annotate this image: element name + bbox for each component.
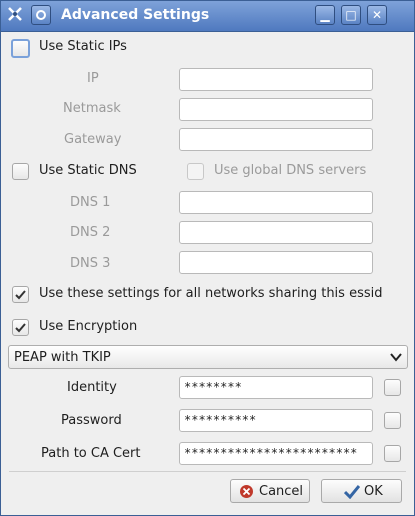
- close-icon: ✕: [371, 8, 383, 22]
- ca-cert-show-checkbox[interactable]: [384, 445, 401, 462]
- maximize-icon: □: [345, 8, 357, 22]
- advanced-settings-window: Advanced Settings ▁ □ ✕ Use Static IPs I…: [0, 0, 415, 516]
- static-dns-label: Use Static DNS: [39, 163, 137, 178]
- ip-input[interactable]: [179, 68, 373, 91]
- password-input[interactable]: **********: [179, 409, 373, 432]
- button-separator: [9, 471, 406, 472]
- dns2-input[interactable]: [179, 221, 373, 244]
- dns3-input[interactable]: [179, 251, 373, 274]
- global-dns-checkbox[interactable]: [187, 163, 204, 180]
- close-button[interactable]: ✕: [367, 5, 387, 25]
- static-ips-label: Use Static IPs: [39, 39, 127, 54]
- all-networks-checkbox[interactable]: [12, 286, 29, 303]
- password-label: Password: [61, 413, 122, 428]
- cancel-button[interactable]: Cancel: [230, 479, 310, 503]
- minimize-icon: ▁: [320, 8, 330, 22]
- dns1-input[interactable]: [179, 191, 373, 214]
- static-ips-checkbox[interactable]: [11, 39, 30, 58]
- password-show-checkbox[interactable]: [384, 412, 401, 429]
- app-menu-icon[interactable]: [5, 5, 25, 25]
- maximize-button[interactable]: □: [341, 5, 361, 25]
- identity-label: Identity: [67, 380, 117, 395]
- identity-input[interactable]: ********: [179, 376, 373, 399]
- chevron-down-icon: [390, 353, 402, 362]
- gateway-input[interactable]: [179, 128, 373, 151]
- ok-label: OK: [364, 484, 383, 499]
- encryption-checkbox[interactable]: [12, 319, 29, 336]
- cancel-icon: [240, 485, 253, 498]
- ca-cert-label: Path to CA Cert: [41, 446, 141, 461]
- check-icon: [344, 485, 360, 499]
- ok-button[interactable]: OK: [321, 479, 402, 503]
- minimize-button[interactable]: ▁: [315, 5, 335, 25]
- window-menu-button[interactable]: [31, 5, 51, 25]
- window-title: Advanced Settings: [61, 7, 210, 23]
- encryption-label: Use Encryption: [39, 319, 138, 334]
- identity-show-checkbox[interactable]: [384, 379, 401, 396]
- netmask-label: Netmask: [63, 101, 121, 116]
- checkmark-icon: [15, 323, 26, 333]
- cancel-label: Cancel: [259, 484, 304, 499]
- dns1-label: DNS 1: [70, 195, 111, 210]
- checkmark-icon: [15, 290, 26, 300]
- ca-cert-input[interactable]: ************************: [179, 442, 373, 465]
- global-dns-label: Use global DNS servers: [214, 163, 367, 178]
- ip-label: IP: [87, 71, 99, 86]
- static-dns-checkbox[interactable]: [12, 163, 29, 180]
- gear-icon: [36, 10, 46, 20]
- netmask-input[interactable]: [179, 98, 373, 121]
- all-networks-label: Use these settings for all networks shar…: [39, 286, 383, 301]
- gateway-label: Gateway: [64, 132, 122, 147]
- title-bar[interactable]: Advanced Settings ▁ □ ✕: [1, 1, 414, 32]
- dns2-label: DNS 2: [70, 225, 111, 240]
- dns3-label: DNS 3: [70, 256, 111, 271]
- encryption-type-dropdown[interactable]: PEAP with TKIP: [8, 345, 408, 369]
- encryption-type-value: PEAP with TKIP: [14, 350, 111, 365]
